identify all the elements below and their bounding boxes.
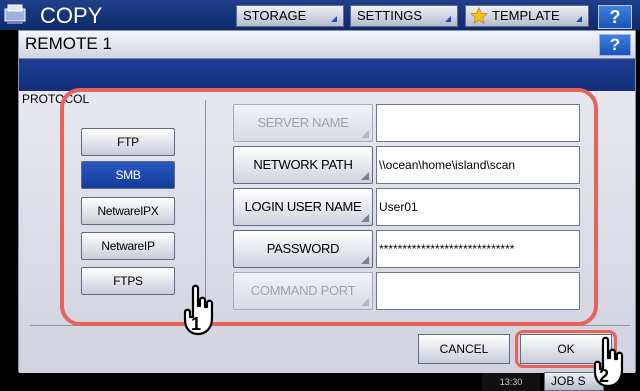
status-clock: 13:30 <box>482 373 540 391</box>
star-icon <box>470 7 488 24</box>
dialog-message-bar <box>19 59 635 91</box>
password-field[interactable]: ***************************** <box>376 230 580 268</box>
divider-horizontal <box>30 325 630 326</box>
network-path-label: NETWORK PATH <box>253 157 353 172</box>
network-path-field[interactable]: \\ocean\home\island\scan <box>376 146 580 184</box>
help-button[interactable]: ? <box>599 34 631 56</box>
protocol-netwareipx-button[interactable]: NetwareIPX <box>81 197 175 225</box>
corner-arrow-icon <box>361 172 369 180</box>
help-button-top[interactable]: ? <box>598 5 632 29</box>
password-button[interactable]: PASSWORD <box>233 230 373 268</box>
step1-number: 1 <box>191 314 201 334</box>
protocol-label: PROTOCOL <box>22 92 90 106</box>
top-bar: COPY STORAGE SETTINGS TEMPLATE ? <box>0 0 640 30</box>
network-path-button[interactable]: NETWORK PATH <box>233 146 373 184</box>
chevron-icon <box>445 16 451 22</box>
server-name-field <box>376 104 580 142</box>
protocol-netwareip-button[interactable]: NetwareIP <box>81 232 175 260</box>
password-label: PASSWORD <box>266 241 340 256</box>
corner-arrow-icon <box>361 214 369 222</box>
settings-tab[interactable]: SETTINGS <box>350 5 458 27</box>
screen-title: COPY <box>40 3 103 28</box>
login-user-name-label: LOGIN USER NAME <box>244 199 362 214</box>
corner-arrow-icon <box>361 130 369 138</box>
settings-tab-label: SETTINGS <box>357 8 423 23</box>
command-port-field <box>376 272 580 310</box>
protocol-ftps-button[interactable]: FTPS <box>81 267 175 295</box>
chevron-icon <box>576 16 582 22</box>
chevron-icon <box>331 16 337 22</box>
command-port-label: COMMAND PORT <box>250 283 356 298</box>
command-port-button: COMMAND PORT <box>233 272 373 310</box>
cancel-button[interactable]: CANCEL <box>418 334 510 364</box>
login-user-name-button[interactable]: LOGIN USER NAME <box>233 188 373 226</box>
storage-tab[interactable]: STORAGE <box>236 5 344 27</box>
hand-pointer-icon-step2: 2 <box>593 336 624 388</box>
server-name-button: SERVER NAME <box>233 104 373 142</box>
dialog-title: REMOTE 1 <box>25 34 112 53</box>
protocol-ftp-button[interactable]: FTP <box>81 128 175 156</box>
copy-function-icon <box>4 4 26 24</box>
template-tab[interactable]: TEMPLATE <box>465 5 589 27</box>
login-user-name-field[interactable]: User01 <box>376 188 580 226</box>
corner-arrow-icon <box>361 256 369 264</box>
template-tab-label: TEMPLATE <box>492 8 560 23</box>
protocol-smb-button[interactable]: SMB <box>81 161 175 189</box>
dialog-title-bar: REMOTE 1 ? <box>19 31 635 59</box>
server-name-label: SERVER NAME <box>257 115 349 130</box>
step2-number: 2 <box>599 366 609 386</box>
corner-arrow-icon <box>361 298 369 306</box>
storage-tab-label: STORAGE <box>243 8 307 23</box>
hand-pointer-icon-step1: 1 <box>183 284 214 336</box>
